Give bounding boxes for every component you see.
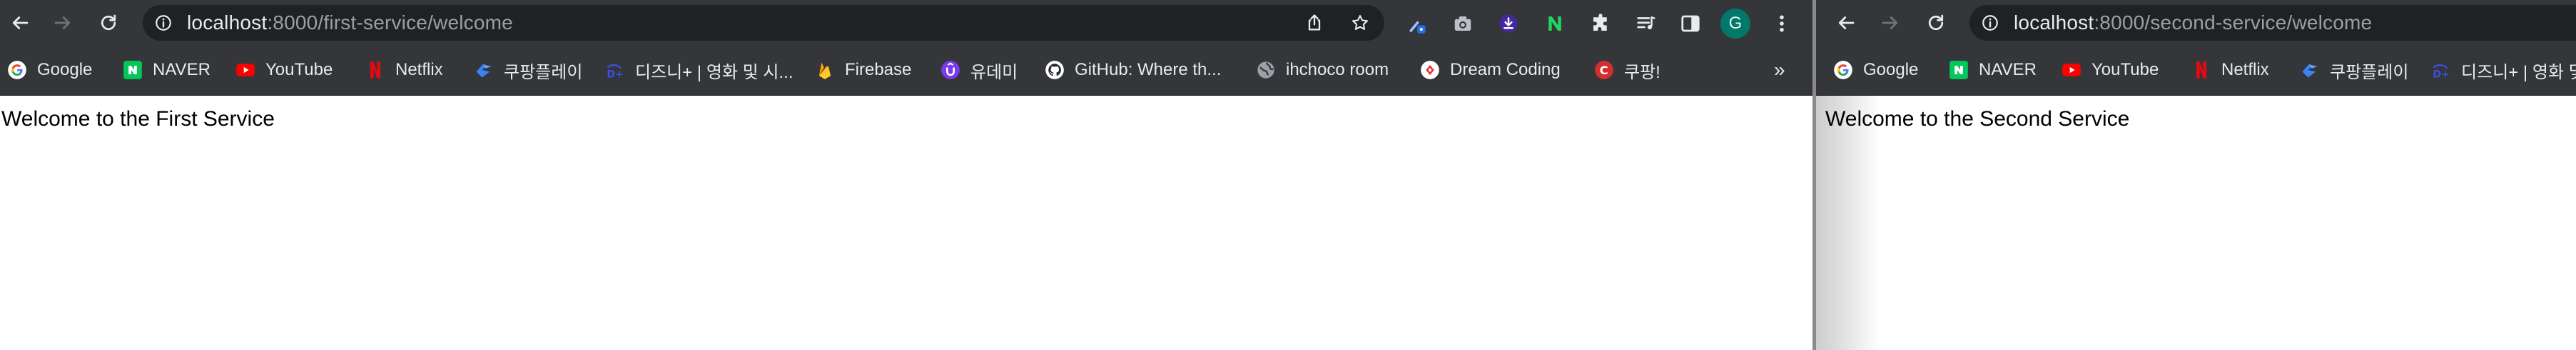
bookmark-firebase[interactable]: Firebase: [815, 56, 911, 84]
netflix-icon: [365, 60, 385, 80]
share-icon[interactable]: [1304, 13, 1324, 33]
dream-coding-icon: [1420, 60, 1440, 80]
bookmark-label: GitHub: Where th...: [1075, 60, 1222, 79]
bookmark-label: ihchoco room: [1286, 60, 1389, 79]
google-icon: [7, 60, 27, 80]
address-bar[interactable]: localhost:8000/second-service/welcome: [1969, 5, 2576, 41]
bookmark-disney-plus[interactable]: D+ 디즈니+ | 영화 및 시...: [605, 56, 793, 84]
browser-toolbar: localhost:8000/second-service/welcome: [1816, 0, 2576, 46]
youtube-icon: [2062, 60, 2081, 80]
back-button[interactable]: [4, 7, 36, 39]
reload-icon: [101, 14, 116, 31]
bookmark-github[interactable]: GitHub: Where th...: [1045, 56, 1221, 84]
reload-icon: [1928, 14, 1944, 31]
bookmark-label: 쿠팡플레이: [504, 62, 583, 82]
url-text[interactable]: localhost:8000/first-service/welcome: [187, 5, 513, 41]
back-button[interactable]: [1830, 7, 1862, 39]
bookmark-label: Google: [1863, 60, 1919, 79]
page-heading: Welcome to the Second Service: [1825, 107, 2130, 131]
globe-icon: [1256, 60, 1276, 80]
bookmark-youtube[interactable]: YouTube: [235, 56, 333, 84]
browser-window-second: localhost:8000/second-service/welcome Go…: [1816, 0, 2576, 350]
info-icon[interactable]: [1981, 14, 1999, 32]
disney-plus-icon: D+: [2431, 60, 2451, 80]
bookmark-label: NAVER: [1979, 60, 2037, 79]
bookmark-label: Firebase: [845, 60, 912, 79]
bookmark-ihchoco-room[interactable]: ihchoco room: [1256, 56, 1389, 84]
bookmark-coupang-play[interactable]: 쿠팡플레이: [2300, 56, 2408, 84]
address-bar[interactable]: localhost:8000/first-service/welcome: [143, 5, 1384, 41]
coupang-icon: C: [1594, 60, 1614, 80]
bookmark-dream-coding[interactable]: Dream Coding: [1420, 56, 1561, 84]
bookmark-label: YouTube: [265, 60, 333, 79]
ext-camera-icon[interactable]: [1451, 11, 1475, 36]
forward-arrow-icon: [1882, 16, 1898, 29]
forward-button[interactable]: [1875, 7, 1906, 39]
url-path: :8000/second-service/welcome: [2094, 11, 2373, 34]
extensions-puzzle-icon[interactable]: [1588, 11, 1613, 36]
back-arrow-icon: [1838, 16, 1855, 29]
bookmark-label: 쿠팡!: [1624, 62, 1660, 82]
bookmark-label: YouTube: [2091, 60, 2159, 79]
side-panel-icon[interactable]: [1678, 11, 1703, 36]
coupang-play-icon: [474, 60, 494, 80]
back-arrow-icon: [12, 16, 29, 29]
bookmark-star-icon[interactable]: [1350, 13, 1370, 33]
profile-avatar[interactable]: G: [1720, 9, 1750, 39]
coupang-play-icon: [2300, 60, 2320, 80]
naver-icon: [123, 60, 143, 80]
browser-toolbar: localhost:8000/first-service/welcome G: [0, 0, 1812, 46]
url-path: :8000/first-service/welcome: [267, 11, 513, 34]
bookmark-label: NAVER: [153, 60, 211, 79]
bookmark-google[interactable]: Google: [1833, 56, 1918, 84]
bookmark-label: Netflix: [2221, 60, 2269, 79]
bookmark-label: Dream Coding: [1450, 60, 1561, 79]
bookmark-label: 디즈니+ | 영화 및 시...: [635, 62, 793, 82]
reload-button[interactable]: [1920, 7, 1952, 39]
bookmark-label: Google: [37, 60, 93, 79]
bookmarks-bar: Google NAVER YouTube Netflix 쿠팡플레이 D+ 디즈…: [0, 46, 1812, 96]
ext-download-icon[interactable]: [1496, 11, 1521, 36]
naver-icon: [1949, 60, 1969, 80]
ext-n-icon[interactable]: [1543, 11, 1567, 36]
github-icon: [1045, 60, 1065, 80]
browser-window-first: localhost:8000/first-service/welcome G G…: [0, 0, 1812, 350]
bookmark-naver[interactable]: NAVER: [1949, 56, 2037, 84]
page-heading: Welcome to the First Service: [1, 107, 275, 131]
bookmarks-overflow-chevron[interactable]: »: [1774, 56, 1785, 84]
media-playlist-icon[interactable]: [1634, 11, 1658, 36]
svg-text:C: C: [1600, 64, 1608, 77]
info-icon[interactable]: [154, 14, 173, 32]
bookmark-label: 쿠팡플레이: [2330, 62, 2409, 82]
bookmarks-bar: Google NAVER YouTube Netflix 쿠팡플레이 D+ 디즈…: [1816, 46, 2576, 96]
bookmark-google[interactable]: Google: [7, 56, 92, 84]
svg-text:D+: D+: [607, 69, 623, 81]
bookmark-coupang[interactable]: C 쿠팡!: [1594, 56, 1660, 84]
ext-pen-icon[interactable]: [1404, 11, 1429, 36]
bookmark-label: Netflix: [395, 60, 443, 79]
bookmark-label: 유데미: [970, 62, 1018, 82]
disney-plus-icon: D+: [605, 60, 625, 80]
reload-button[interactable]: [93, 7, 124, 39]
bookmark-netflix[interactable]: Netflix: [2191, 56, 2269, 84]
google-icon: [1833, 60, 1853, 80]
forward-arrow-icon: [54, 16, 71, 29]
bookmark-naver[interactable]: NAVER: [123, 56, 211, 84]
forward-button[interactable]: [47, 7, 78, 39]
netflix-icon: [2191, 60, 2211, 80]
kebab-menu-icon[interactable]: [1770, 11, 1794, 36]
bookmark-label: 디즈니+ | 영화 및 시...: [2461, 62, 2576, 82]
youtube-icon: [235, 60, 255, 80]
bookmark-disney-plus[interactable]: D+ 디즈니+ | 영화 및 시...: [2431, 56, 2576, 84]
svg-text:D+: D+: [2433, 69, 2449, 81]
bookmark-youtube[interactable]: YouTube: [2062, 56, 2159, 84]
udemy-icon: [940, 60, 960, 80]
url-host: localhost: [2014, 11, 2094, 34]
bookmark-netflix[interactable]: Netflix: [365, 56, 443, 84]
bookmark-coupang-play[interactable]: 쿠팡플레이: [474, 56, 582, 84]
url-text[interactable]: localhost:8000/second-service/welcome: [2014, 5, 2372, 41]
bookmark-udemy[interactable]: 유데미: [940, 56, 1018, 84]
url-host: localhost: [187, 11, 268, 34]
firebase-icon: [815, 60, 835, 80]
